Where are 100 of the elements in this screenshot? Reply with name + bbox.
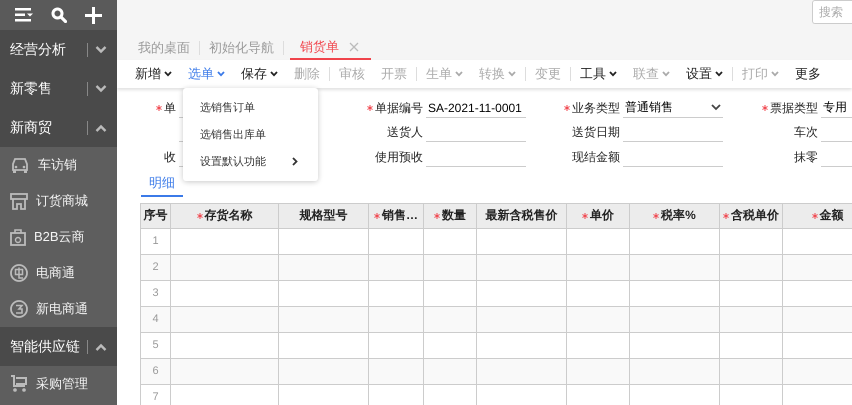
field-label: 单	[164, 100, 176, 117]
column-header: 数量	[424, 204, 477, 228]
close-icon[interactable]	[349, 42, 359, 52]
toolbar-button[interactable]: 更多	[787, 62, 829, 86]
table-cell[interactable]	[424, 358, 477, 384]
field-label: 送货日期	[572, 124, 620, 142]
required-icon	[367, 105, 373, 112]
column-header: 序号	[141, 204, 171, 228]
sidebar-section-header[interactable]: 新零售	[0, 69, 117, 108]
circle-icon	[10, 300, 28, 318]
required-icon	[564, 105, 570, 112]
field-label: 使用预收	[375, 148, 423, 166]
cart-icon	[10, 375, 28, 393]
row-number: 7	[141, 384, 171, 405]
menu-item[interactable]: 选销售订单	[183, 94, 318, 121]
field-label: 单据编号	[375, 100, 423, 117]
search-icon[interactable]	[51, 7, 67, 23]
table-cell[interactable]	[567, 358, 630, 384]
table-cell[interactable]	[279, 358, 369, 384]
table-cell[interactable]	[630, 306, 720, 332]
table-cell[interactable]	[171, 358, 279, 384]
select-field[interactable]: 普通销售	[623, 98, 723, 118]
field-label: 车次	[794, 124, 818, 142]
required-icon	[653, 212, 660, 218]
required-icon	[762, 105, 768, 112]
menu-item[interactable]: 选销售出库单	[183, 121, 318, 148]
table-cell[interactable]	[630, 358, 720, 384]
row-number: 2	[141, 254, 171, 280]
table-cell[interactable]	[477, 358, 567, 384]
sidebar-item[interactable]: B2B云商	[0, 219, 117, 255]
table-cell[interactable]	[369, 306, 424, 332]
chevron-down-icon	[95, 46, 107, 54]
column-header: 金额	[783, 204, 852, 228]
table-cell[interactable]	[424, 254, 477, 280]
chevron-down-icon	[95, 84, 107, 92]
table-cell[interactable]	[720, 254, 783, 280]
required-icon	[156, 105, 162, 112]
caret-icon	[662, 71, 670, 77]
caret-icon	[270, 71, 278, 77]
input-field[interactable]: SA-2021-11-0001	[426, 98, 526, 118]
column-header: 规格型号	[279, 204, 369, 228]
car-icon	[10, 157, 30, 173]
table-cell[interactable]	[171, 306, 279, 332]
row-number: 6	[141, 358, 171, 384]
menu-icon[interactable]	[15, 8, 33, 22]
menu-item[interactable]: 设置默认功能	[183, 148, 318, 175]
input-field[interactable]: 专用	[821, 98, 852, 118]
caret-icon	[609, 71, 617, 77]
toolbar-button[interactable]: 选单	[180, 62, 233, 86]
table-cell[interactable]	[720, 306, 783, 332]
field-label: 送货人	[387, 124, 423, 142]
table-cell[interactable]	[720, 358, 783, 384]
sidebar-item[interactable]: 电商通	[0, 255, 117, 291]
column-header: 单价	[567, 204, 630, 228]
tab[interactable]: 销货单	[290, 36, 371, 60]
table-cell[interactable]	[369, 358, 424, 384]
sidebar-item[interactable]: 车访销	[0, 147, 117, 183]
sidebar-item[interactable]: 采购管理	[0, 366, 117, 402]
table-cell[interactable]	[279, 254, 369, 280]
table-cell[interactable]	[567, 254, 630, 280]
caret-icon	[711, 104, 721, 112]
table-cell[interactable]	[567, 306, 630, 332]
table-cell[interactable]	[477, 254, 567, 280]
caret-icon	[508, 71, 516, 77]
toolbar-button[interactable]: 设置	[678, 62, 731, 86]
field-label: 收	[164, 148, 176, 166]
field-label: 现结金额	[572, 148, 620, 166]
toolbar-button[interactable]: 保存	[233, 62, 286, 86]
field-label: 票据类型	[770, 100, 818, 117]
chevron-right-icon	[292, 157, 298, 166]
chevron-up-icon	[95, 342, 107, 350]
toolbar-button[interactable]: 新增	[127, 62, 180, 86]
required-icon	[812, 212, 818, 218]
column-header: 税率%	[630, 204, 720, 228]
sidebar-item[interactable]: 订货商城	[0, 183, 117, 219]
table-cell[interactable]	[630, 254, 720, 280]
sidebar-section-header[interactable]: 经营分析	[0, 30, 117, 69]
column-header: 销售…	[369, 204, 424, 228]
column-header: 含税单价	[720, 204, 783, 228]
chevron-up-icon	[95, 124, 107, 132]
add-icon[interactable]	[85, 6, 102, 24]
table-cell[interactable]	[369, 254, 424, 280]
bag-icon	[10, 228, 26, 246]
required-icon	[434, 212, 440, 218]
table-cell[interactable]	[171, 254, 279, 280]
column-header: 存货名称	[171, 204, 279, 228]
field-label: 抹零	[794, 148, 818, 166]
sidebar-item[interactable]: 新电商通	[0, 291, 117, 327]
required-icon	[582, 212, 588, 218]
table-cell[interactable]	[477, 306, 567, 332]
search-field[interactable]: 搜索	[812, 0, 852, 24]
table-cell[interactable]	[279, 306, 369, 332]
required-icon	[723, 212, 729, 218]
sidebar-section-header[interactable]: 智能供应链	[0, 327, 117, 366]
table-cell[interactable]	[424, 306, 477, 332]
caret-icon	[217, 71, 225, 77]
caret-icon	[164, 71, 172, 77]
field-label: 业务类型	[572, 100, 620, 117]
column-header: 最新含税售价	[477, 204, 567, 228]
sidebar-section-header[interactable]: 新商贸	[0, 108, 117, 147]
